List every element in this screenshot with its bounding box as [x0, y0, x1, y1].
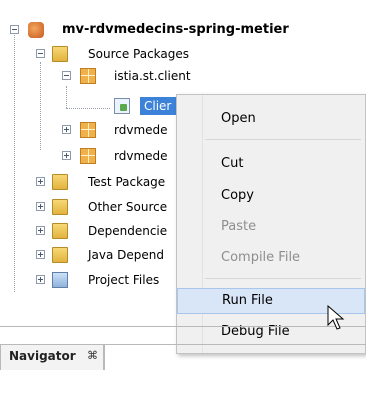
menu-item-compile-file: Compile File: [221, 250, 301, 265]
tree-label: Project Files: [88, 273, 160, 287]
expand-icon[interactable]: [62, 125, 71, 134]
menu-item-open[interactable]: Open: [177, 106, 365, 132]
expand-icon[interactable]: [36, 275, 45, 284]
tab-navigator[interactable]: Navigator ⌘: [0, 344, 104, 370]
expand-icon[interactable]: [36, 250, 45, 259]
collapse-icon[interactable]: [10, 25, 19, 34]
folder-icon: [52, 199, 68, 215]
java-class-icon: [114, 98, 130, 114]
expand-icon[interactable]: [36, 177, 45, 186]
source-folder-icon: [52, 46, 68, 62]
tree-label: Java Depend: [88, 248, 165, 262]
menu-item-copy[interactable]: Copy: [177, 183, 365, 209]
library-folder-icon: [52, 247, 68, 263]
maven-project-icon: [28, 22, 44, 38]
tree-label: istia.st.client: [114, 69, 191, 83]
package-icon: [80, 148, 96, 164]
panel-divider: [0, 326, 366, 327]
tree-label: rdvmede: [114, 149, 168, 163]
tree-row-project[interactable]: mv-rdvmedecins-spring-metier: [0, 20, 366, 40]
package-icon: [80, 122, 96, 138]
navigator-panel-frame: [104, 344, 366, 370]
menu-item-paste: Paste: [221, 219, 257, 234]
tree-label: Other Source: [88, 200, 168, 214]
project-name: mv-rdvmedecins-spring-metier: [62, 22, 289, 37]
tree-row-source-packages[interactable]: Source Packages: [0, 44, 366, 64]
tree-label: Source Packages: [88, 47, 190, 61]
collapse-icon[interactable]: [36, 49, 45, 58]
package-icon: [80, 68, 96, 84]
test-folder-icon: [52, 174, 68, 190]
menu-separator: [205, 278, 361, 279]
collapse-icon[interactable]: [62, 71, 71, 80]
expand-icon[interactable]: [36, 202, 45, 211]
navigator-title: Navigator: [9, 349, 76, 363]
menu-separator: [205, 139, 361, 140]
project-files-icon: [52, 272, 68, 288]
tree-row-package-client[interactable]: istia.st.client: [0, 66, 366, 86]
panel-divider: [104, 344, 105, 370]
tree-label: rdvmede: [114, 123, 168, 137]
expand-icon[interactable]: [36, 226, 45, 235]
expand-icon[interactable]: [62, 151, 71, 160]
library-folder-icon: [52, 223, 68, 239]
tree-label: Dependencie: [88, 224, 168, 238]
tree-label: Clier: [144, 99, 172, 113]
close-icon[interactable]: ⌘: [87, 349, 98, 362]
mouse-cursor-icon: [327, 305, 345, 330]
menu-item-cut[interactable]: Cut: [177, 151, 365, 177]
tree-label: Test Package: [88, 175, 166, 189]
